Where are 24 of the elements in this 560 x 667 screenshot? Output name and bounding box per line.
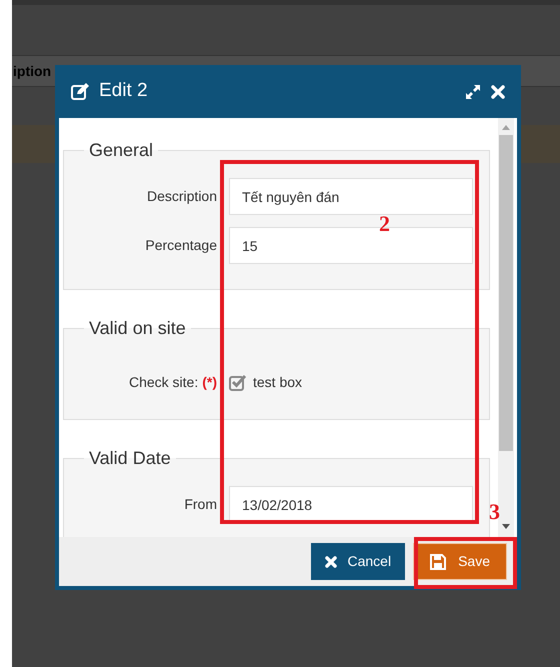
close-icon[interactable] xyxy=(491,84,505,98)
section-legend: General xyxy=(84,138,158,162)
edit-icon xyxy=(71,83,89,100)
section-legend: Valid on site xyxy=(84,316,191,340)
save-icon xyxy=(430,554,446,570)
dialog-title: Edit 2 xyxy=(99,79,148,104)
scrollbar[interactable] xyxy=(498,118,514,537)
text-field[interactable]: 13/02/2018 xyxy=(229,486,473,523)
expand-icon[interactable] xyxy=(465,84,481,100)
cancel-button[interactable]: Cancel xyxy=(311,543,406,580)
field-label: Percentage xyxy=(145,236,217,255)
save-button[interactable]: Save xyxy=(413,543,507,580)
field-label: Check site: xyxy=(128,373,198,392)
checkbox-label: test box xyxy=(253,373,302,392)
required-mark: (*) xyxy=(202,373,217,392)
scroll-down-icon[interactable] xyxy=(502,524,510,529)
annotation-number: 3 xyxy=(489,500,500,524)
close-icon xyxy=(325,556,338,568)
checkbox[interactable] xyxy=(229,374,247,391)
field-label: Description xyxy=(146,187,217,206)
column-header: iption xyxy=(12,62,52,81)
text-field[interactable]: Tết nguyên đán xyxy=(229,178,473,215)
section-legend: Valid Date xyxy=(84,446,176,470)
field-label: From xyxy=(184,495,217,514)
